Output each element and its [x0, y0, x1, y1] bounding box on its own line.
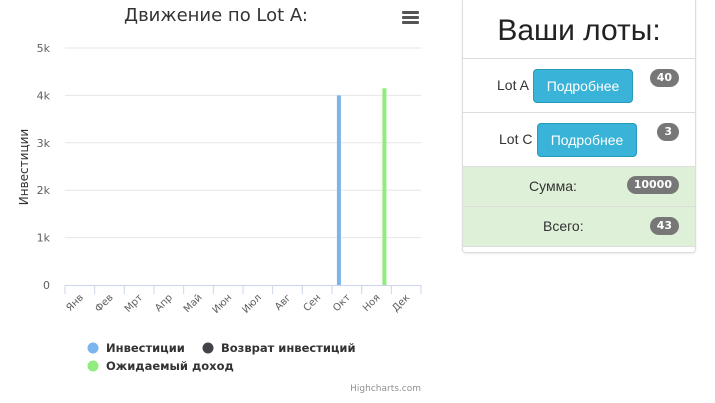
chart-legend: Инвестиции Возврат инвестиций Ожидаемый до… [87, 341, 356, 373]
total-label: Всего: [543, 218, 584, 234]
x-tick-label: Май [182, 292, 205, 315]
lot-item-c: Lot C Подробнее 3 [463, 113, 695, 167]
lots-panel: Ваши лоты: Lot A Подробнее 40 Lot C Подр… [462, 0, 696, 253]
sum-row: Сумма: 10000 [463, 167, 695, 207]
y-tick-label: 2k [37, 184, 51, 197]
sum-badge: 10000 [626, 176, 679, 194]
x-tick-label: Июн [211, 292, 235, 316]
y-tick-label: 1k [37, 232, 51, 245]
lot-name: Lot A [497, 77, 529, 93]
highcharts-credits[interactable]: Highcharts.com [350, 384, 421, 394]
lot-count-badge: 3 [657, 123, 679, 141]
lot-c-details-button[interactable]: Подробнее [537, 123, 637, 157]
x-tick-label: Дек [390, 292, 412, 314]
sum-label: Сумма: [529, 178, 577, 194]
lot-count-badge: 40 [649, 69, 679, 87]
x-tick-label: Фев [93, 292, 115, 314]
chart-container: Движение по Lot A: Инвестиции 0 1k 2k 3k 4k 5… [0, 0, 440, 403]
x-tick-label: Ноя [361, 292, 383, 314]
lots-list: Lot A Подробнее 40 Lot C Подробнее 3 Сум… [463, 58, 695, 247]
legend-item-label[interactable]: Возврат инвестиций [221, 341, 356, 355]
x-tick-label: Июл [240, 292, 264, 316]
legend-marker-icon [202, 342, 214, 354]
page: Движение по Lot A: Инвестиции 0 1k 2k 3k 4k 5… [0, 0, 715, 403]
y-tick-label: 0 [43, 279, 50, 292]
lot-a-details-button[interactable]: Подробнее [533, 69, 633, 103]
lot-item-a: Lot A Подробнее 40 [463, 59, 695, 113]
total-row: Всего: 43 [463, 207, 695, 247]
legend-item-label[interactable]: Ожидаемый доход [106, 359, 234, 373]
y-axis-ticks: 0 1k 2k 3k 4k 5k [37, 42, 51, 292]
y-tick-label: 5k [37, 42, 51, 55]
hamburger-menu-icon [402, 11, 419, 14]
x-axis: Янв Фев Мрт Апр Май Июн Июл Авг Сен Окт Ноя Дек [64, 285, 422, 316]
x-tick-label: Сен [302, 292, 324, 314]
x-tick-label: Мрт [123, 292, 146, 315]
legend-marker-icon [87, 360, 99, 372]
lot-name: Lot C [499, 131, 533, 147]
investment-chart: Движение по Lot A: Инвестиции 0 1k 2k 3k 4k 5… [17, 5, 422, 394]
chart-bars [336, 88, 387, 286]
total-badge: 43 [649, 217, 679, 235]
y-axis-label: Инвестиции [17, 129, 31, 205]
x-tick-label: Авг [273, 292, 294, 313]
x-tick-label: Апр [153, 292, 175, 314]
y-tick-label: 3k [37, 137, 51, 150]
x-tick-label: Окт [331, 292, 353, 314]
legend-marker-icon [87, 342, 99, 354]
bar-1-Окт [336, 95, 341, 286]
legend-item-label[interactable]: Инвестиции [106, 341, 185, 355]
panel-title: Ваши лоты: [497, 14, 661, 47]
chart-menu-button[interactable] [398, 6, 424, 30]
chart-title: Движение по Lot A: [124, 5, 308, 26]
bar-3-Ноя [382, 88, 387, 285]
grid-lines [65, 47, 421, 239]
y-tick-label: 4k [37, 89, 51, 102]
x-tick-label: Янв [64, 292, 86, 314]
